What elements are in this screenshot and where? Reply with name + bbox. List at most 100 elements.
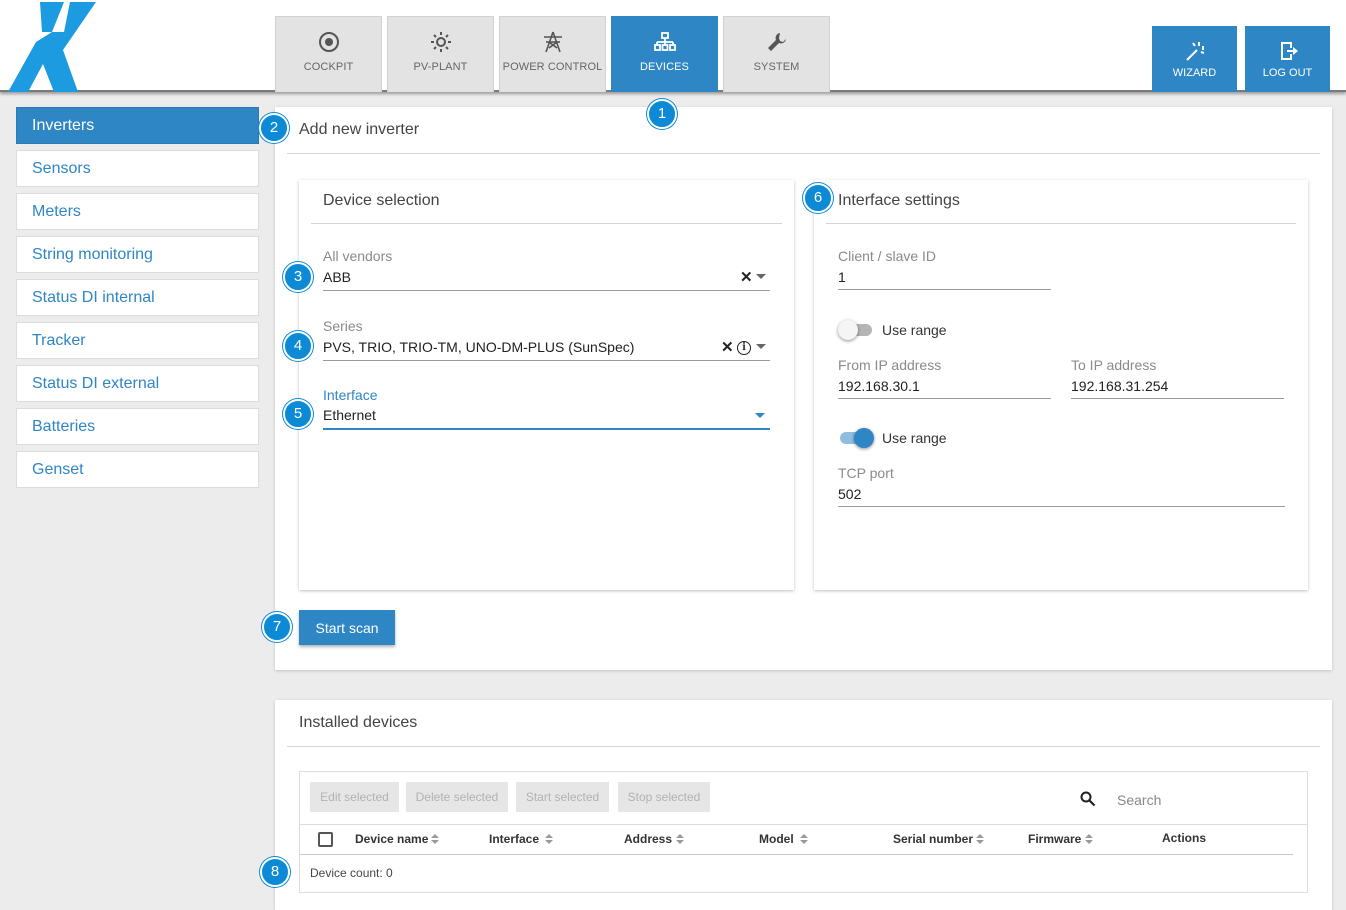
use-range-label: Use range <box>882 430 947 446</box>
vendor-select[interactable]: ABB <box>323 269 351 285</box>
client-id-input[interactable]: 1 <box>838 269 846 285</box>
top-header: COCKPIT PV-PLANT POWER CONTROL DEVICES S… <box>0 0 1346 92</box>
installed-devices-panel: Installed devices Edit selected Delete s… <box>275 700 1332 910</box>
sidebar-item-tracker[interactable]: Tracker <box>16 322 259 359</box>
divider <box>826 223 1296 224</box>
wizard-button[interactable]: WIZARD <box>1152 26 1237 92</box>
device-selection-card: Device selection All vendors ABB ✕ Serie… <box>299 180 794 590</box>
chevron-down-icon[interactable] <box>756 344 766 349</box>
field-underline <box>838 506 1285 507</box>
tcp-port-input[interactable]: 502 <box>838 486 861 502</box>
delete-selected-button[interactable]: Delete selected <box>406 782 508 812</box>
tab-label: COCKPIT <box>303 61 354 73</box>
field-underline <box>323 428 770 430</box>
divider <box>287 746 1320 747</box>
start-selected-button[interactable]: Start selected <box>516 782 609 812</box>
field-underline <box>323 360 770 361</box>
column-interface[interactable]: Interface <box>489 832 539 846</box>
device-count: Device count: 0 <box>310 866 393 880</box>
card-title: Device selection <box>323 192 440 209</box>
interface-settings-card: Interface settings Client / slave ID 1 U… <box>814 180 1308 590</box>
vendor-label: All vendors <box>323 248 393 264</box>
interface-label: Interface <box>323 387 378 403</box>
stop-selected-button[interactable]: Stop selected <box>618 782 710 812</box>
divider <box>311 223 782 224</box>
column-model[interactable]: Model <box>759 832 794 846</box>
panel-title: Installed devices <box>299 714 418 731</box>
to-ip-input[interactable]: 192.168.31.254 <box>1071 378 1168 394</box>
power-tower-icon <box>543 31 562 53</box>
client-id-label: Client / slave ID <box>838 248 937 264</box>
sidebar-item-string-monitoring[interactable]: String monitoring <box>16 236 259 273</box>
sidebar-item-meters[interactable]: Meters <box>16 193 259 230</box>
magic-wand-icon <box>1185 42 1204 61</box>
sidebar-item-genset[interactable]: Genset <box>16 451 259 488</box>
tab-system[interactable]: SYSTEM <box>723 16 830 92</box>
tab-devices[interactable]: DEVICES <box>611 16 718 92</box>
select-all-checkbox[interactable] <box>318 832 333 847</box>
logout-button[interactable]: LOG OUT <box>1245 26 1330 92</box>
tab-label: POWER CONTROL <box>502 61 603 73</box>
field-underline <box>838 289 1051 290</box>
series-select[interactable]: PVS, TRIO, TRIO-TM, UNO-DM-PLUS (SunSpec… <box>323 339 634 355</box>
edit-selected-button[interactable]: Edit selected <box>310 782 399 812</box>
tab-cockpit[interactable]: COCKPIT <box>275 16 382 92</box>
column-device-name[interactable]: Device name <box>355 832 428 846</box>
divider <box>287 153 1320 154</box>
use-range-toggle[interactable] <box>838 320 874 340</box>
sidebar-item-status-di-external[interactable]: Status DI external <box>16 365 259 402</box>
clear-icon[interactable]: ✕ <box>740 270 753 285</box>
field-underline <box>1071 398 1284 399</box>
tab-label: SYSTEM <box>753 61 800 73</box>
logout-icon <box>1280 42 1298 60</box>
callout-marker: 1 <box>647 99 677 129</box>
brand-logo <box>8 2 96 92</box>
column-serial-number[interactable]: Serial number <box>893 832 973 846</box>
tab-power-control[interactable]: POWER CONTROL <box>499 16 606 92</box>
field-underline <box>838 398 1051 399</box>
series-label: Series <box>323 318 363 334</box>
to-ip-label: To IP address <box>1071 357 1157 373</box>
callout-marker: 3 <box>283 262 313 292</box>
network-icon <box>653 32 676 51</box>
callout-marker: 4 <box>283 331 313 361</box>
sort-icon[interactable] <box>545 834 553 845</box>
sort-icon[interactable] <box>1085 834 1093 845</box>
sidebar-item-status-di-internal[interactable]: Status DI internal <box>16 279 259 316</box>
sort-icon[interactable] <box>676 834 684 845</box>
from-ip-input[interactable]: 192.168.30.1 <box>838 378 920 394</box>
wrench-icon <box>767 33 786 51</box>
callout-marker: 5 <box>283 399 313 429</box>
tab-pv-plant[interactable]: PV-PLANT <box>387 16 494 92</box>
chevron-down-icon[interactable] <box>756 274 766 279</box>
tcp-port-label: TCP port <box>838 465 894 481</box>
sort-icon[interactable] <box>431 834 439 845</box>
column-firmware[interactable]: Firmware <box>1028 832 1081 846</box>
sidebar-item-batteries[interactable]: Batteries <box>16 408 259 445</box>
interface-select[interactable]: Ethernet <box>323 407 376 423</box>
sort-icon[interactable] <box>800 834 808 845</box>
from-ip-label: From IP address <box>838 357 942 373</box>
sidebar-item-sensors[interactable]: Sensors <box>16 150 259 187</box>
start-scan-button[interactable]: Start scan <box>299 610 395 645</box>
column-actions: Actions <box>1162 831 1207 845</box>
column-address[interactable]: Address <box>624 832 672 846</box>
sun-icon <box>430 32 451 52</box>
info-icon[interactable]: i <box>737 341 751 355</box>
callout-marker: 7 <box>262 612 292 642</box>
devices-table: Edit selected Delete selected Start sele… <box>299 771 1308 893</box>
callout-marker: 8 <box>260 857 290 887</box>
tab-label: DEVICES <box>640 61 689 73</box>
sidebar-item-inverters[interactable]: Inverters <box>16 107 259 144</box>
panel-title: Add new inverter <box>299 121 420 138</box>
use-range-toggle[interactable] <box>838 428 874 448</box>
wizard-label: WIZARD <box>1172 67 1217 79</box>
clear-icon[interactable]: ✕ <box>721 340 734 355</box>
tab-label: PV-PLANT <box>413 61 468 73</box>
search-input[interactable]: Search <box>1117 792 1161 808</box>
use-range-label: Use range <box>882 322 947 338</box>
divider <box>300 824 1307 825</box>
sort-icon[interactable] <box>976 834 984 845</box>
chevron-down-icon[interactable] <box>755 413 765 418</box>
search-icon <box>1080 791 1096 807</box>
